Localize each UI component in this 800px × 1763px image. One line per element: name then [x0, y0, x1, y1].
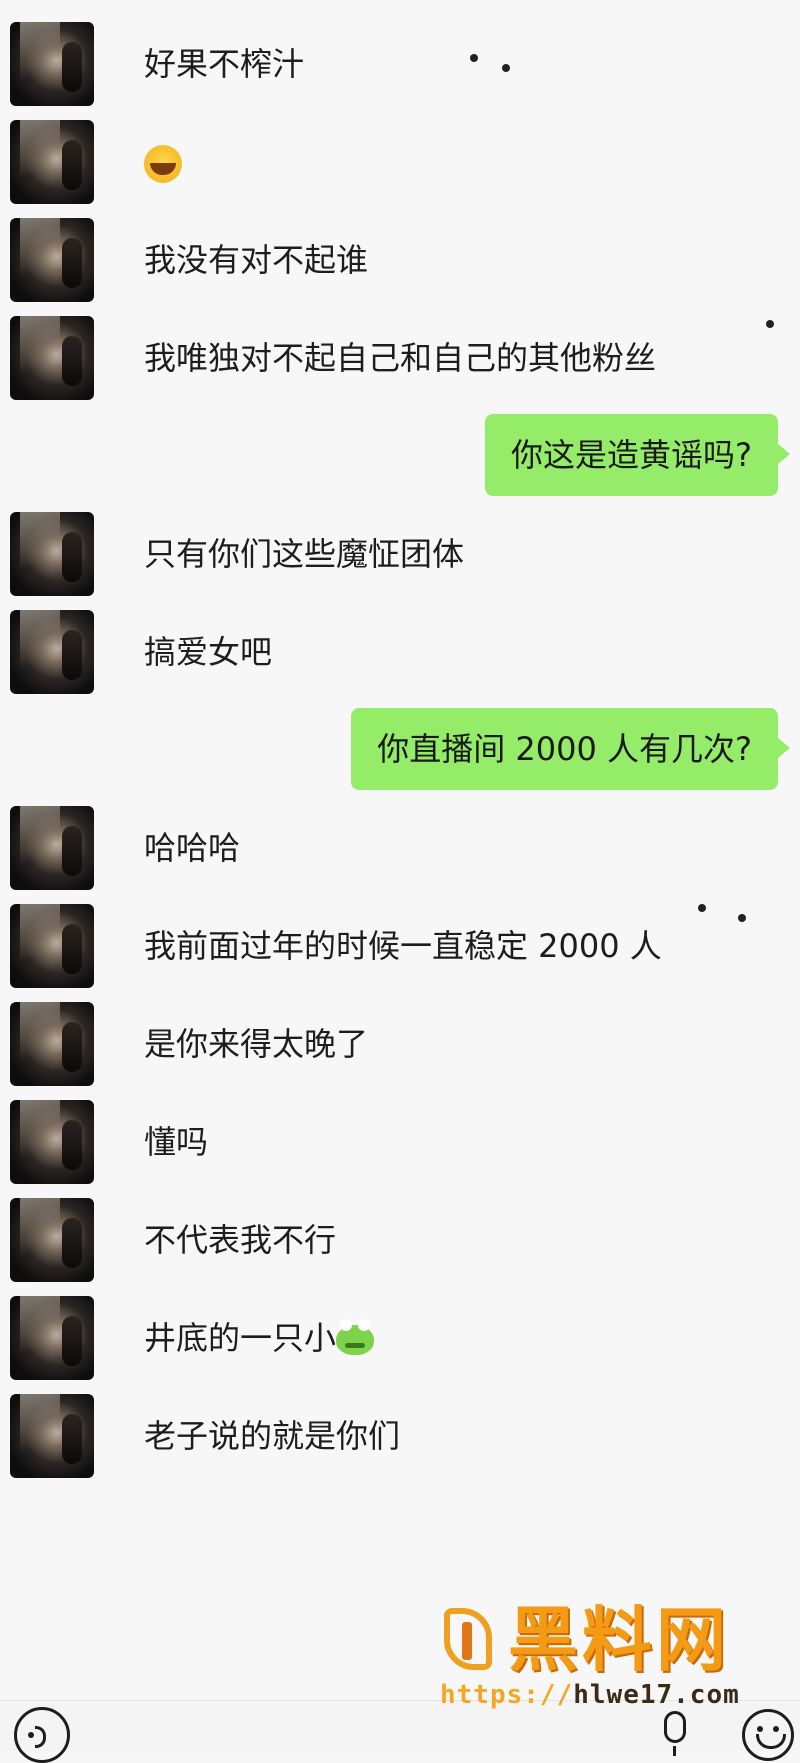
message-text[interactable]: 好果不榨汁 [144, 44, 304, 84]
contact-avatar[interactable] [10, 120, 94, 204]
sent-message-bubble[interactable]: 你这是造黄谣吗? [485, 414, 790, 496]
message-row: 我没有对不起谁 [0, 218, 800, 304]
message-text[interactable]: 老子说的就是你们 [144, 1416, 400, 1456]
facepalm-emoji-icon [144, 145, 182, 183]
censor-mark [470, 54, 478, 62]
message-row [0, 120, 800, 206]
contact-avatar[interactable] [10, 1002, 94, 1086]
message-row: 不代表我不行 [0, 1198, 800, 1284]
message-text[interactable]: 我唯独对不起自己和自己的其他粉丝 [144, 338, 656, 378]
censor-mark [698, 904, 706, 912]
message-row: 搞爱女吧 [0, 610, 800, 696]
message-row: 我前面过年的时候一直稳定 2000 人 [0, 904, 800, 990]
message-text[interactable]: 是你来得太晚了 [144, 1024, 368, 1064]
watermark-url-prefix: https:// [440, 1680, 574, 1710]
message-row: 你这是造黄谣吗? [0, 414, 800, 500]
message-row: 井底的一只小 [0, 1296, 800, 1382]
message-text[interactable]: 哈哈哈 [144, 828, 240, 868]
message-text[interactable]: 井底的一只小 [144, 1318, 375, 1358]
message-text[interactable]: 搞爱女吧 [144, 632, 272, 672]
message-row: 老子说的就是你们 [0, 1394, 800, 1480]
site-watermark: 黑料网 https://hlwe17.com [438, 1600, 800, 1716]
message-row: 是你来得太晚了 [0, 1002, 800, 1088]
contact-avatar[interactable] [10, 806, 94, 890]
frog-emoji-icon [336, 1319, 375, 1355]
censor-mark [738, 914, 746, 922]
message-text[interactable]: 我没有对不起谁 [144, 240, 368, 280]
contact-avatar[interactable] [10, 1100, 94, 1184]
contact-avatar[interactable] [10, 1198, 94, 1282]
message-row: 懂吗 [0, 1100, 800, 1186]
censor-mark [502, 64, 510, 72]
message-text[interactable]: 懂吗 [144, 1122, 208, 1162]
watermark-url: https://hlwe17.com [440, 1680, 740, 1710]
contact-avatar[interactable] [10, 1394, 94, 1478]
sent-message-bubble[interactable]: 你直播间 2000 人有几次? [351, 708, 790, 790]
contact-avatar[interactable] [10, 218, 94, 302]
emoji-icon[interactable] [742, 1709, 794, 1761]
contact-avatar[interactable] [10, 904, 94, 988]
message-row: 你直播间 2000 人有几次? [0, 708, 800, 794]
message-row: 只有你们这些魔怔团体 [0, 512, 800, 598]
contact-avatar[interactable] [10, 1296, 94, 1380]
watermark-title: 黑料网 [508, 1599, 730, 1681]
censor-mark [766, 320, 774, 328]
contact-avatar[interactable] [10, 22, 94, 106]
watermark-url-domain: hlwe17.com [573, 1680, 740, 1710]
message-text-content: 井底的一只小 [144, 1319, 337, 1357]
message-row: 我唯独对不起自己和自己的其他粉丝 [0, 316, 800, 402]
contact-avatar[interactable] [10, 610, 94, 694]
message-text[interactable]: 不代表我不行 [144, 1220, 336, 1260]
contact-avatar[interactable] [10, 512, 94, 596]
message-row: 好果不榨汁 [0, 22, 800, 108]
message-text[interactable] [144, 142, 182, 183]
voice-toggle-icon[interactable] [14, 1707, 70, 1763]
chat-message-list[interactable]: 好果不榨汁 我没有对不起谁 我唯独对不起自己和自己的其他粉丝 你这是造黄谣吗? … [0, 0, 800, 1700]
message-row: 哈哈哈 [0, 806, 800, 892]
message-text[interactable]: 我前面过年的时候一直稳定 2000 人 [144, 926, 662, 966]
message-text[interactable]: 只有你们这些魔怔团体 [144, 534, 464, 574]
watermark-logo-icon [438, 1608, 498, 1674]
contact-avatar[interactable] [10, 316, 94, 400]
